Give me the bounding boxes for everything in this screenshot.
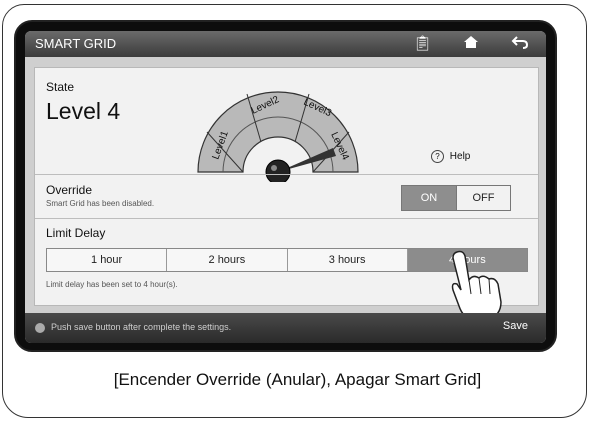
override-toggle[interactable]: ON OFF	[401, 185, 511, 211]
bottom-bar: Push save button after complete the sett…	[25, 313, 546, 343]
save-button[interactable]: Save	[503, 320, 528, 332]
help-icon: ?	[431, 150, 444, 163]
gauge-hub	[265, 159, 291, 182]
state-value: Level 4	[46, 98, 121, 124]
override-title: Override	[46, 183, 93, 197]
window-title: SMART GRID	[35, 36, 117, 51]
limit-delay-option-3h[interactable]: 3 hours	[288, 249, 408, 271]
limit-delay-option-1h[interactable]: 1 hour	[47, 249, 168, 271]
limit-delay-option-2h[interactable]: 2 hours	[167, 249, 288, 271]
clipboard-icon[interactable]: 📋︎	[413, 34, 432, 52]
home-icon[interactable]	[463, 34, 479, 54]
divider	[35, 218, 538, 219]
device-bezel: SMART GRID 📋︎ State Level 4 Level1 Level…	[14, 20, 557, 352]
override-off-button[interactable]: OFF	[456, 186, 510, 210]
info-icon	[35, 323, 45, 333]
level-gauge: Level1 Level2 Level3 Level4	[197, 91, 359, 182]
limit-delay-title: Limit Delay	[46, 226, 106, 240]
help-link[interactable]: ? Help	[431, 150, 470, 163]
divider	[35, 174, 538, 175]
override-description: Smart Grid has been disabled.	[46, 199, 155, 208]
back-icon[interactable]	[511, 34, 529, 54]
limit-delay-description: Limit delay has been set to 4 hour(s).	[46, 280, 178, 289]
hint-text: Push save button after complete the sett…	[51, 322, 232, 332]
caption: [Encender Override (Anular), Apagar Smar…	[113, 370, 482, 389]
state-label: State	[46, 80, 75, 94]
screen: SMART GRID 📋︎ State Level 4 Level1 Level…	[25, 31, 546, 343]
settings-panel: State Level 4 Level1 Level2 Level3 Level…	[34, 67, 539, 321]
help-label: Help	[449, 151, 471, 162]
title-bar: SMART GRID 📋︎	[25, 31, 546, 57]
pointing-hand-icon	[451, 250, 502, 321]
override-on-button[interactable]: ON	[402, 186, 456, 210]
